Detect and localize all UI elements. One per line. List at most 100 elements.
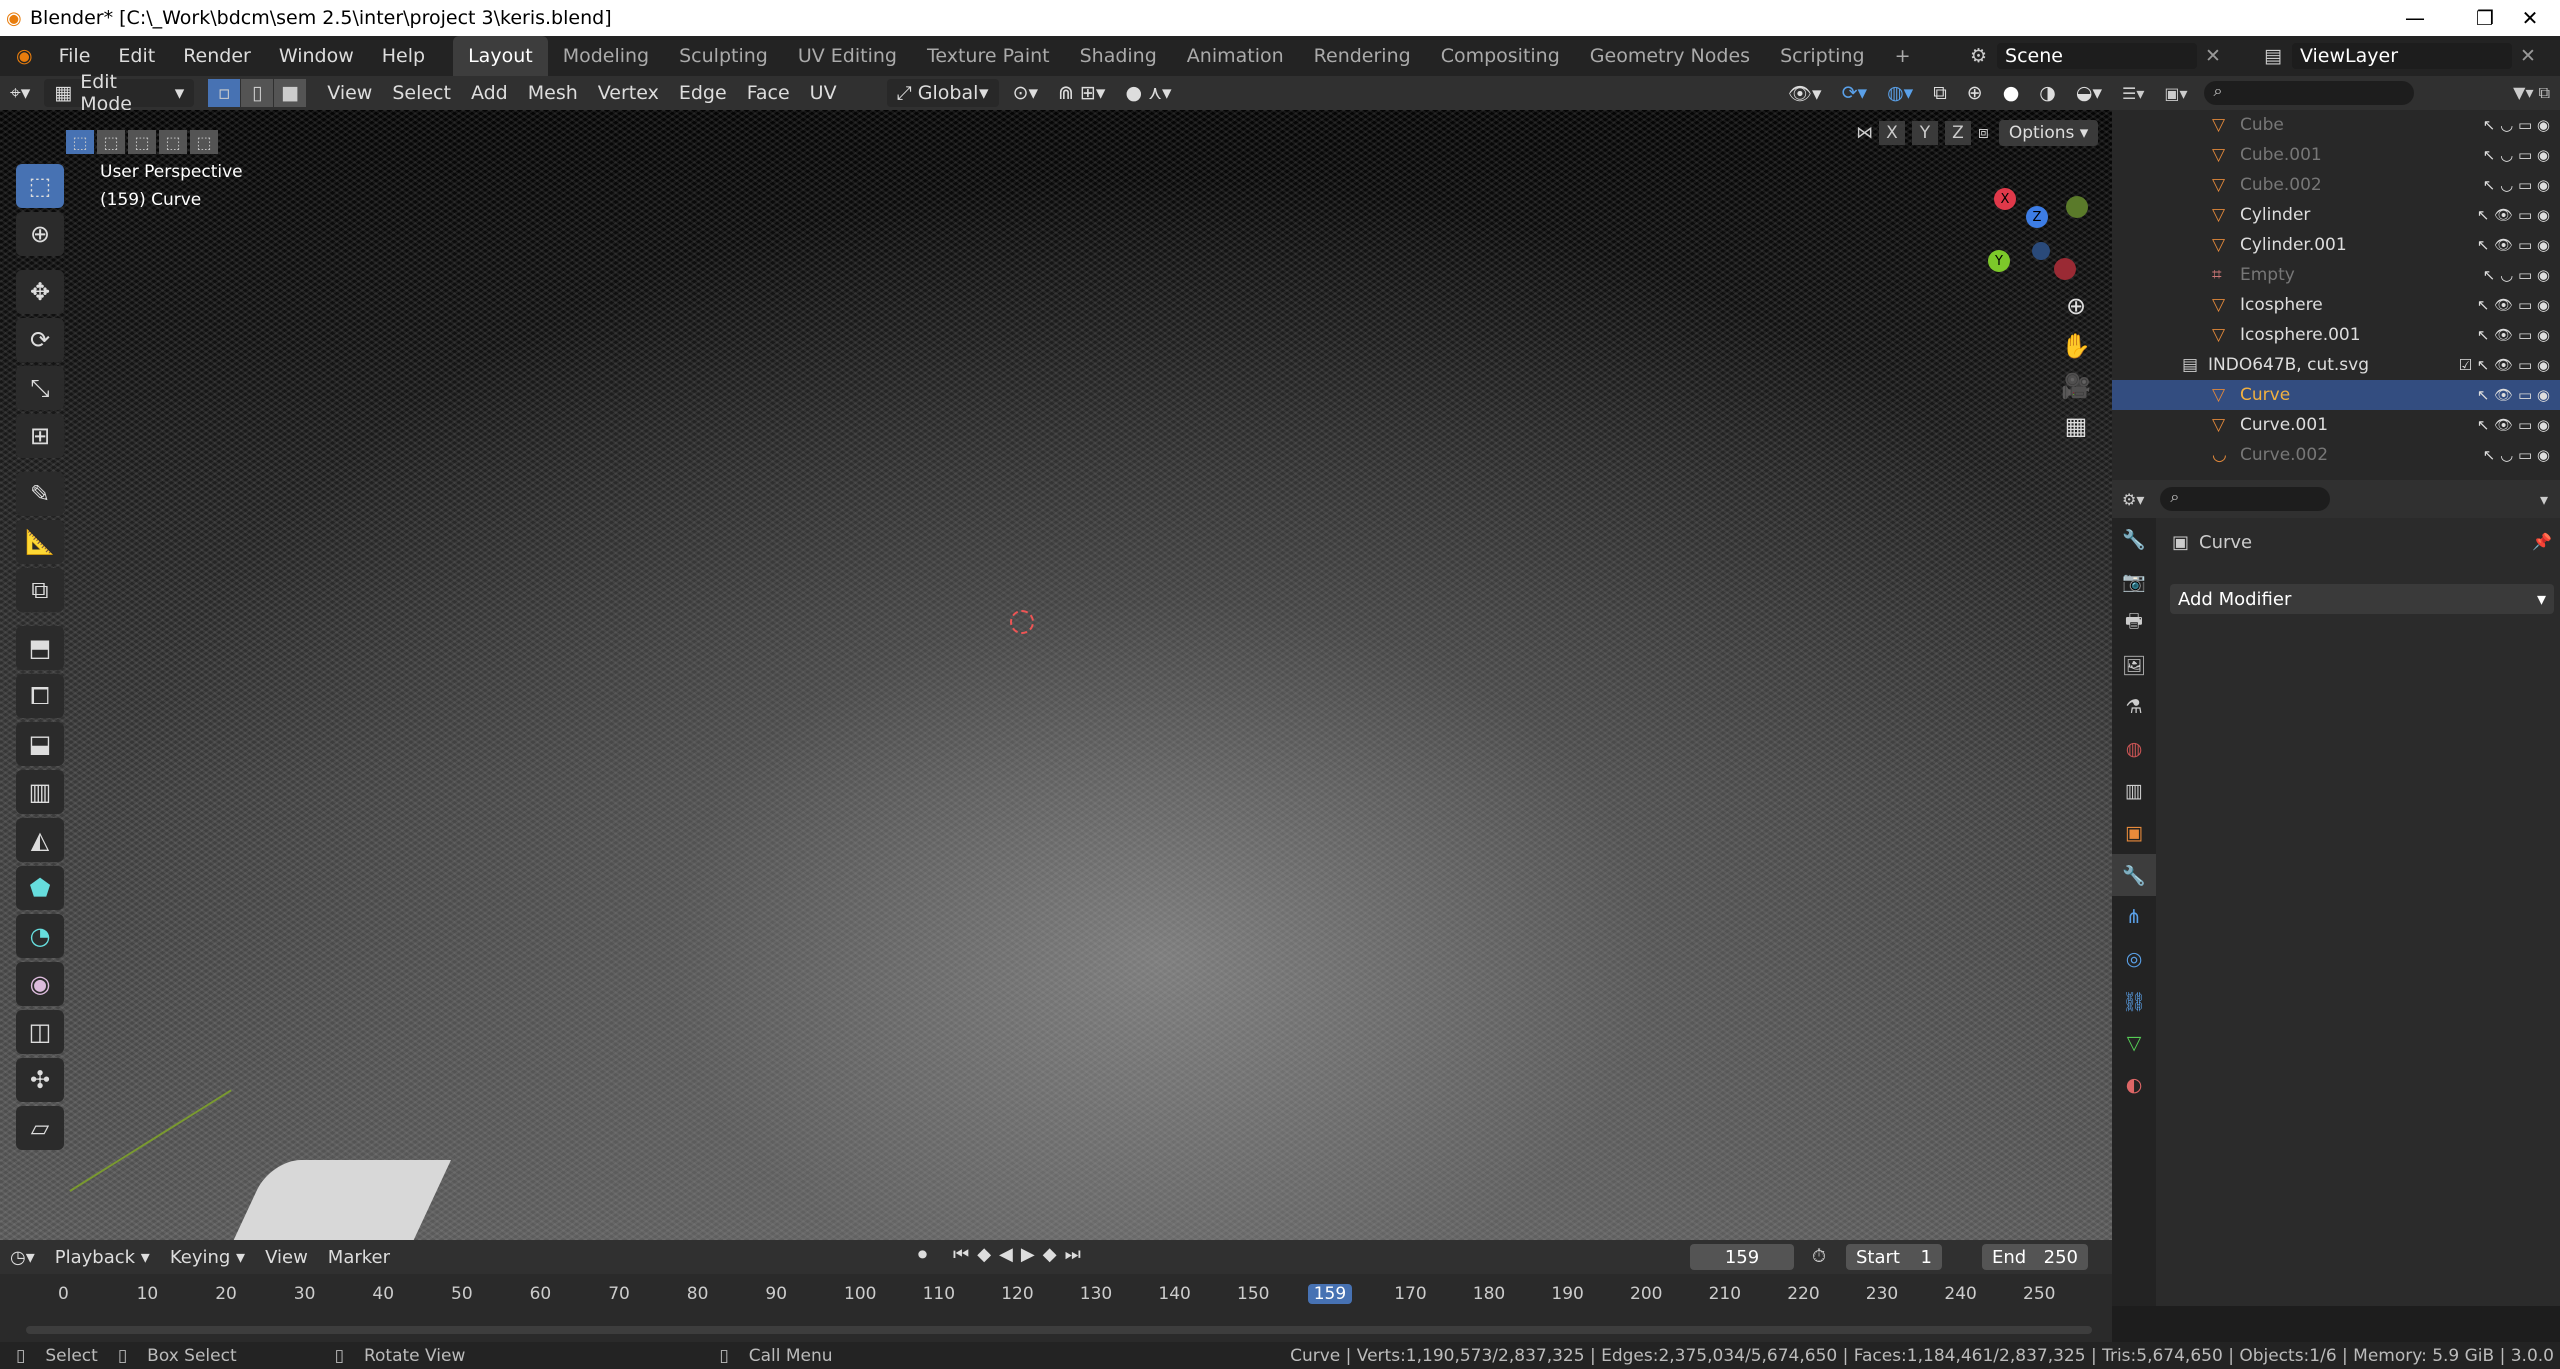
outliner-row[interactable]: ▽ Curve ↖ 👁 ▭ ◉ xyxy=(2112,380,2560,410)
menu-file[interactable]: File xyxy=(45,36,105,76)
row-visibility-icons[interactable]: ↖ ◡ ▭ ◉ xyxy=(2483,116,2550,134)
close-icon[interactable]: ✕ xyxy=(2500,0,2560,36)
gizmo-toggle-icon[interactable]: ⟳▾ xyxy=(1832,79,1877,107)
zoom-icon[interactable]: ⊕ xyxy=(2056,286,2096,326)
filter-icon[interactable]: ▼▾ ⧉ xyxy=(2513,83,2550,103)
menu-render[interactable]: Render xyxy=(169,36,265,76)
scale-tool-icon[interactable]: ⤡ xyxy=(16,366,64,410)
face-select-icon[interactable]: ■ xyxy=(274,79,307,107)
proportional-edit-icon[interactable]: ● ⋏▾ xyxy=(1115,79,1181,107)
select-invert-icon[interactable]: ⬚ xyxy=(159,130,187,154)
tab-scripting[interactable]: Scripting xyxy=(1765,36,1880,76)
row-visibility-icons[interactable]: ↖ ◡ ▭ ◉ xyxy=(2483,266,2550,284)
menu-playback[interactable]: Playback ▾ xyxy=(45,1243,160,1271)
gizmo-neg-x-dot[interactable] xyxy=(2054,258,2076,280)
properties-options-icon[interactable]: ▾ xyxy=(2540,490,2548,509)
scene-close-icon[interactable]: ✕ xyxy=(2205,45,2221,67)
visibility-icon[interactable]: 👁▾ xyxy=(1778,79,1832,107)
object-tab-icon[interactable]: ▣ xyxy=(2112,812,2156,854)
options-dropdown[interactable]: Options ▾ xyxy=(1998,120,2099,146)
menu-mesh[interactable]: Mesh xyxy=(518,79,588,107)
snap-icon[interactable]: ⋒ ⊞▾ xyxy=(1048,79,1115,107)
outliner-row[interactable]: ▽ Icosphere ↖ 👁 ▭ ◉ xyxy=(2112,290,2560,320)
minimize-icon[interactable]: — xyxy=(2380,0,2450,36)
inset-tool-icon[interactable]: ⧠ xyxy=(16,674,64,718)
timeline-editor-icon[interactable]: ◷▾ xyxy=(0,1243,45,1271)
tab-sculpting[interactable]: Sculpting xyxy=(664,36,783,76)
mirror-z-toggle[interactable]: Z xyxy=(1945,121,1971,145)
scene-tab-icon[interactable]: ⚗ xyxy=(2112,686,2156,728)
overlay-toggle-icon[interactable]: ◍▾ xyxy=(1877,79,1923,107)
record-icon[interactable]: ⏺ xyxy=(918,1244,927,1265)
menu-vertex[interactable]: Vertex xyxy=(588,79,669,107)
camera-view-icon[interactable]: 🎥 xyxy=(2056,366,2096,406)
select-extend-icon[interactable]: ⬚ xyxy=(97,130,125,154)
3d-viewport[interactable]: ⬚ ⬚ ⬚ ⬚ ⬚ ⋈ X Y Z ⧈ Options ▾ User Persp… xyxy=(0,110,2112,1240)
pan-hand-icon[interactable]: ✋ xyxy=(2056,326,2096,366)
jump-start-icon[interactable]: ⏮ xyxy=(953,1244,969,1265)
menu-keying[interactable]: Keying ▾ xyxy=(160,1243,255,1271)
shading-material-icon[interactable]: ◑ xyxy=(2029,79,2066,107)
select-new-icon[interactable]: ⬚ xyxy=(66,130,94,154)
menu-edit[interactable]: Edit xyxy=(104,36,169,76)
shading-rendered-icon[interactable]: ◒▾ xyxy=(2066,79,2112,107)
output-tab-icon[interactable]: 🖶 xyxy=(2112,602,2156,644)
select-subtract-icon[interactable]: ⬚ xyxy=(128,130,156,154)
blender-menu-icon[interactable]: ◉ xyxy=(16,45,33,67)
next-keyframe-icon[interactable]: ◆ xyxy=(1043,1244,1057,1265)
material-tab-icon[interactable]: ◐ xyxy=(2112,1064,2156,1106)
row-visibility-icons[interactable]: ↖ 👁 ▭ ◉ xyxy=(2477,236,2550,254)
shading-wire-icon[interactable]: ⊕ xyxy=(1957,79,1993,107)
mirror-y-toggle[interactable]: Y xyxy=(1912,121,1938,145)
menu-help[interactable]: Help xyxy=(368,36,439,76)
annotate-tool-icon[interactable]: ✎ xyxy=(16,472,64,516)
end-frame-field[interactable]: End 250 xyxy=(1982,1244,2088,1270)
outliner-row[interactable]: ▽ Cube ↖ ◡ ▭ ◉ xyxy=(2112,110,2560,140)
menu-face[interactable]: Face xyxy=(737,79,800,107)
viewlayer-selector[interactable]: ▤ ViewLayer ✕ xyxy=(2264,42,2554,70)
data-tab-icon[interactable]: ▽ xyxy=(2112,1022,2156,1064)
shading-solid-icon[interactable]: ● xyxy=(1993,79,2030,107)
viewlayer-field[interactable]: ViewLayer xyxy=(2291,43,2512,69)
viewlayer-close-icon[interactable]: ✕ xyxy=(2520,45,2536,67)
outliner-row[interactable]: ▽ Cube.002 ↖ ◡ ▭ ◉ xyxy=(2112,170,2560,200)
particles-tab-icon[interactable]: ⋔ xyxy=(2112,896,2156,938)
pivot-icon[interactable]: ⊙▾ xyxy=(1003,79,1048,107)
add-workspace-icon[interactable]: + xyxy=(1880,36,1926,76)
outliner-search-input[interactable]: ⌕ xyxy=(2203,81,2414,105)
menu-view[interactable]: View xyxy=(317,79,382,107)
current-frame-marker[interactable]: 159 xyxy=(1307,1284,1353,1304)
add-modifier-dropdown[interactable]: Add Modifier ▾ xyxy=(2170,584,2554,614)
transform-tool-icon[interactable]: ⊞ xyxy=(16,414,64,458)
vertex-select-icon[interactable]: ▫ xyxy=(208,79,241,107)
tab-layout[interactable]: Layout xyxy=(453,36,548,76)
rotate-tool-icon[interactable]: ⟳ xyxy=(16,318,64,362)
outliner-row[interactable]: ▽ Icosphere.001 ↖ 👁 ▭ ◉ xyxy=(2112,320,2560,350)
bevel-tool-icon[interactable]: ⬓ xyxy=(16,722,64,766)
row-visibility-icons[interactable]: ↖ ◡ ▭ ◉ xyxy=(2483,176,2550,194)
row-visibility-icons[interactable]: ↖ ◡ ▭ ◉ xyxy=(2483,446,2550,464)
shear-tool-icon[interactable]: ▱ xyxy=(16,1106,64,1150)
current-frame-field[interactable]: 159 xyxy=(1690,1244,1794,1270)
select-box-tool-icon[interactable]: ⬚ xyxy=(16,164,64,208)
constraints-tab-icon[interactable]: ⛓ xyxy=(2112,980,2156,1022)
display-mode-icon[interactable]: ▣▾ xyxy=(2164,84,2187,103)
poly-build-tool-icon[interactable]: ⬟ xyxy=(16,866,64,910)
row-visibility-icons[interactable]: ↖ 👁 ▭ ◉ xyxy=(2477,386,2550,404)
outliner-row[interactable]: ◡ Curve.002 ↖ ◡ ▭ ◉ xyxy=(2112,440,2560,470)
measure-tool-icon[interactable]: 📐 xyxy=(16,520,64,564)
physics-tab-icon[interactable]: ◎ xyxy=(2112,938,2156,980)
world-tab-icon[interactable]: ◍ xyxy=(2112,728,2156,770)
loop-cut-tool-icon[interactable]: ▥ xyxy=(16,770,64,814)
row-visibility-icons[interactable]: ↖ 👁 ▭ ◉ xyxy=(2477,296,2550,314)
outliner-editor-icon[interactable]: ☰▾ xyxy=(2122,84,2144,103)
properties-editor-icon[interactable]: ⚙▾ xyxy=(2122,490,2144,509)
outliner-row[interactable]: ▽ Cylinder ↖ 👁 ▭ ◉ xyxy=(2112,200,2560,230)
timeline-scrollbar[interactable] xyxy=(26,1326,2092,1334)
select-intersect-icon[interactable]: ⬚ xyxy=(190,130,218,154)
row-visibility-icons[interactable]: ↖ 👁 ▭ ◉ xyxy=(2477,416,2550,434)
menu-uv[interactable]: UV xyxy=(800,79,847,107)
scene-selector[interactable]: ⚙ Scene ✕ xyxy=(1970,42,2250,70)
menu-marker[interactable]: Marker xyxy=(318,1243,400,1271)
orientation-dropdown[interactable]: ⤢ Global ▾ xyxy=(886,79,999,107)
